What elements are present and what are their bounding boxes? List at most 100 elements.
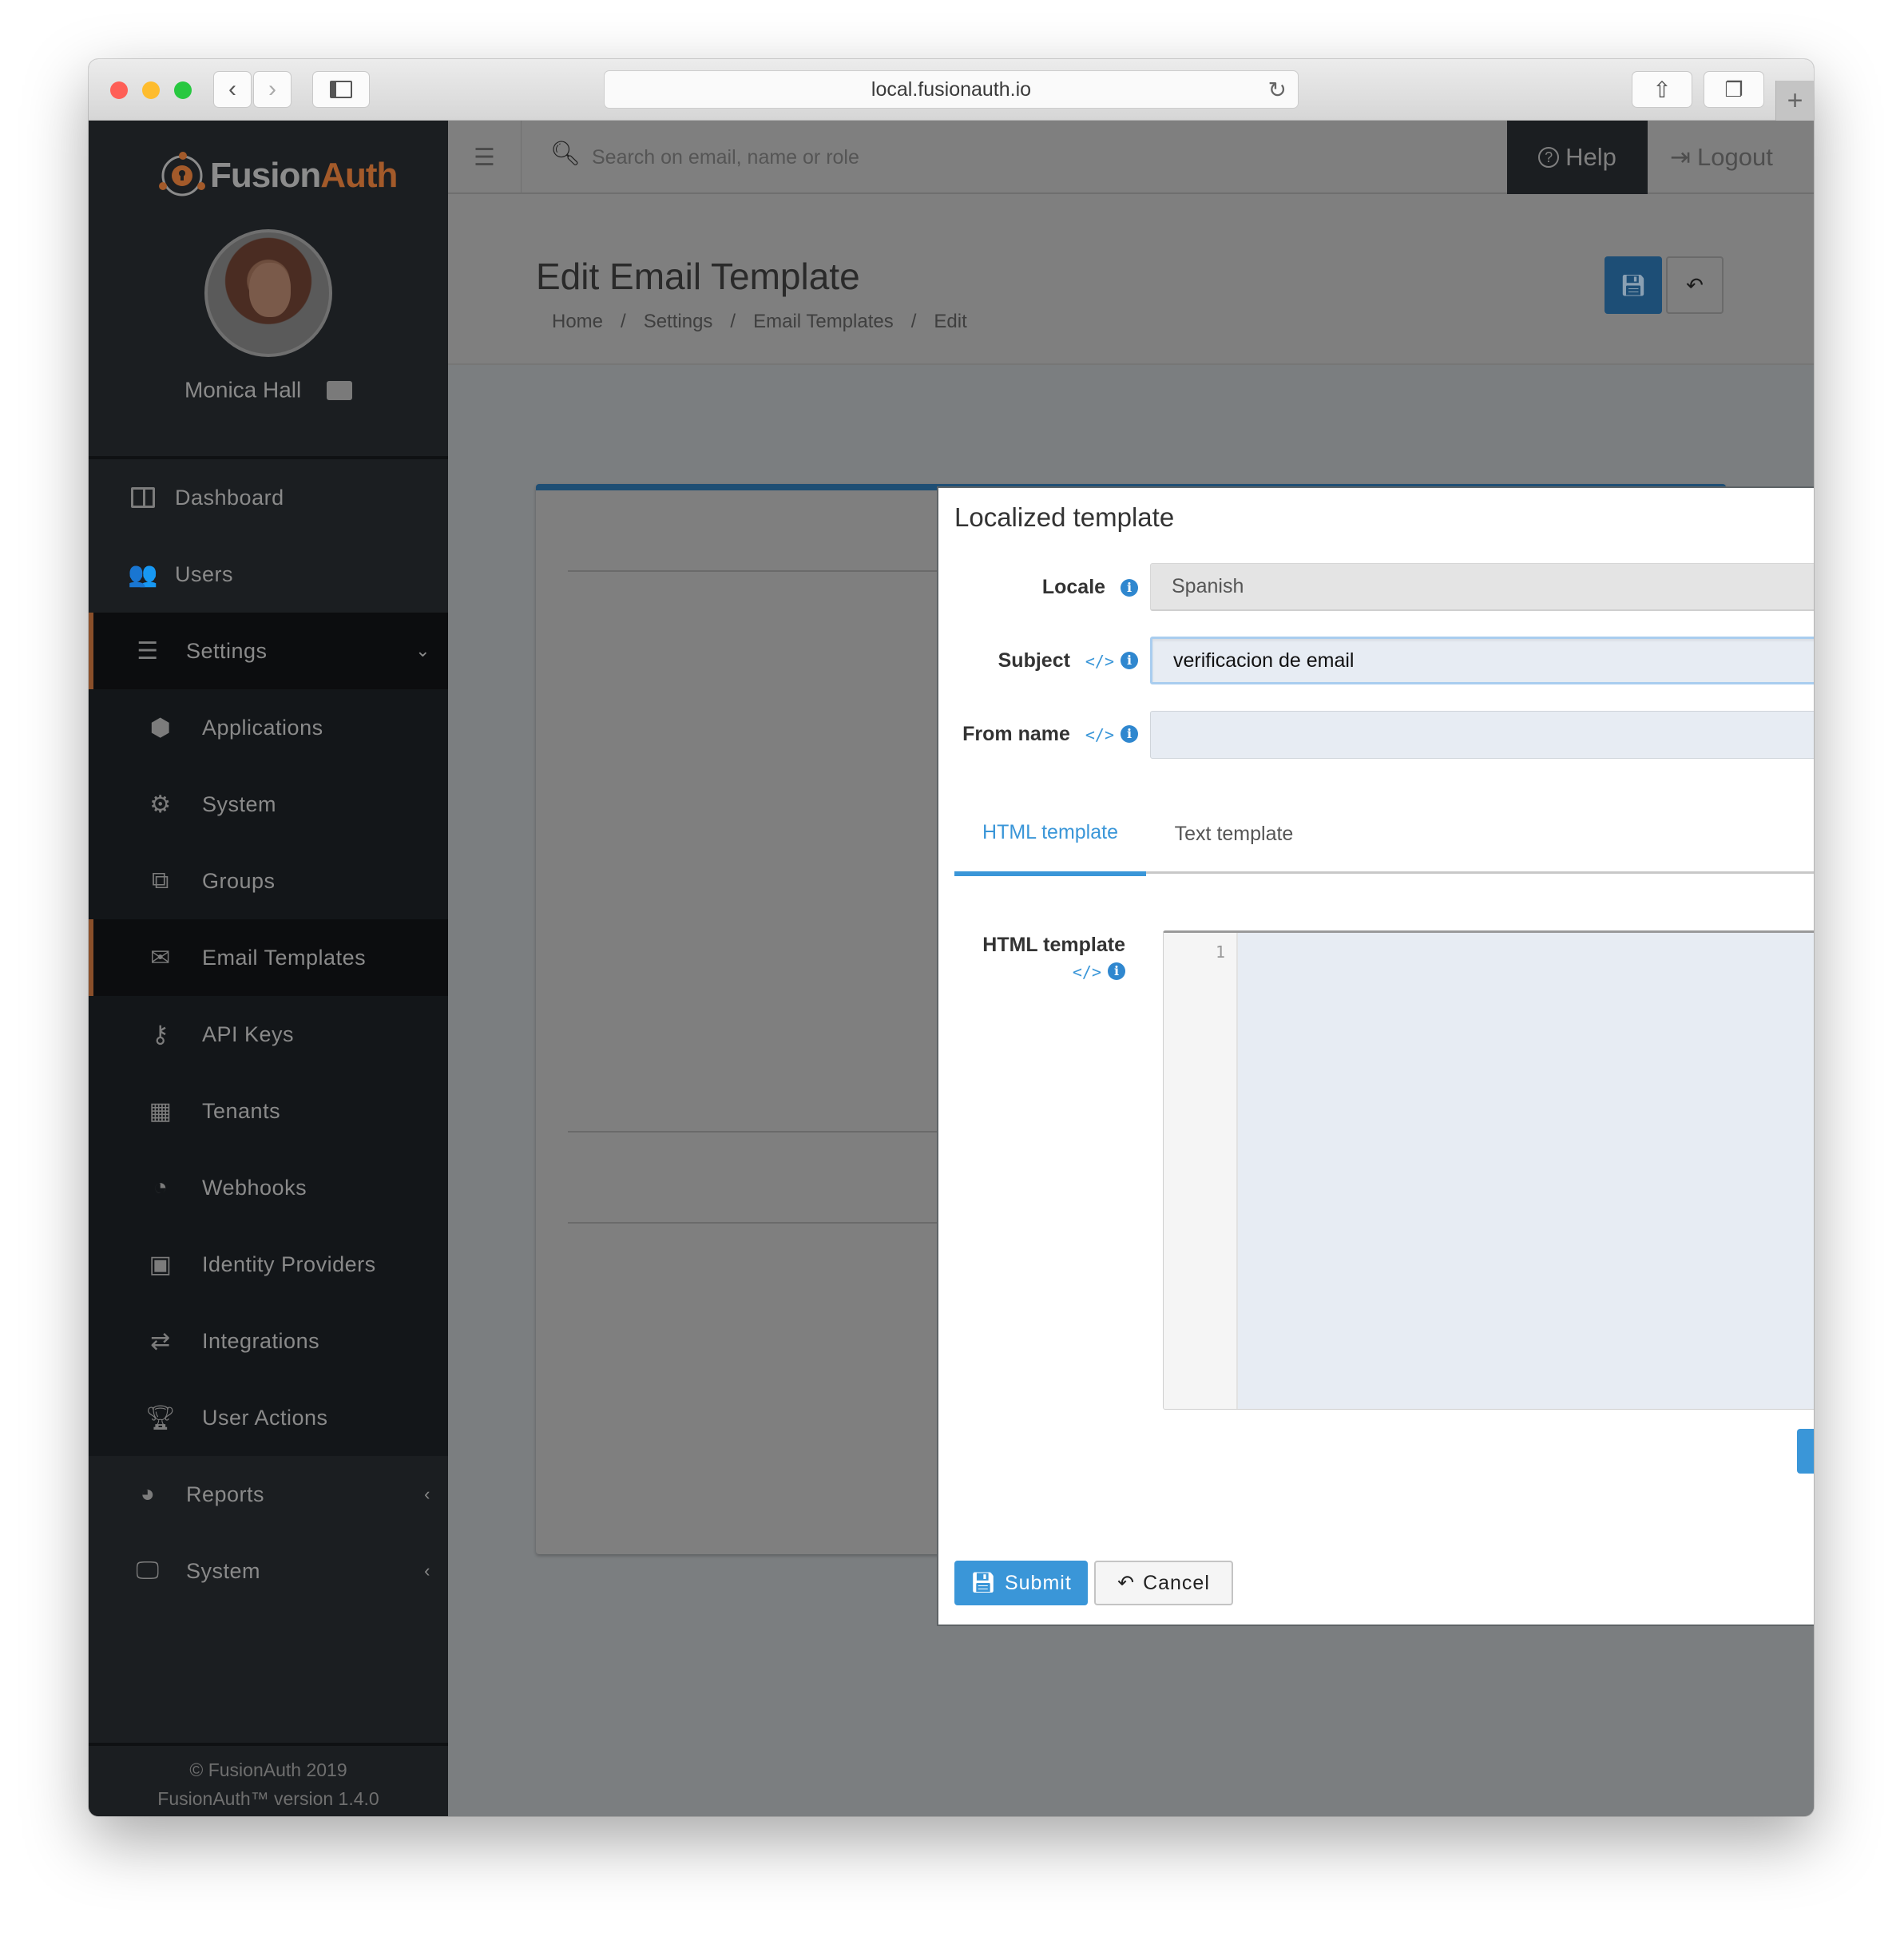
sidebar-item-system-settings[interactable]: ⚙ System (89, 766, 448, 843)
save-icon: 💾︎ (1620, 272, 1647, 297)
sign-out-icon: ⇥ (1670, 143, 1691, 171)
html-template-label: HTML template (982, 934, 1125, 956)
sidebar-item-label: System (202, 791, 277, 816)
info-icon[interactable]: i (1121, 579, 1138, 597)
sidebar-item-system[interactable]: 🖵 System ‹ (89, 1533, 448, 1609)
key-icon: ⚷ (151, 1021, 170, 1048)
line-number: 1 (1215, 942, 1225, 962)
search-icon: 🔍︎ (550, 141, 581, 167)
info-icon[interactable]: i (1108, 962, 1125, 980)
sliders-icon: ☰ (137, 637, 159, 665)
subject-input[interactable] (1150, 637, 1814, 684)
close-window-button[interactable] (110, 81, 128, 99)
sidebar-toggle-button[interactable] (312, 71, 370, 108)
share-button[interactable]: ⇧ (1632, 71, 1692, 108)
sidebar-item-identity-providers[interactable]: ▣ Identity Providers (89, 1226, 448, 1303)
sidebar-item-label: Applications (202, 715, 323, 740)
copyright-text: © FusionAuth 2019 (189, 1759, 347, 1780)
sidebar-item-label: Integrations (202, 1328, 320, 1353)
browser-titlebar: ‹ › local.fusionauth.io ↻ ⇧ ❐ + (89, 59, 1814, 121)
tabs-overview-button[interactable]: ❐ (1704, 71, 1764, 108)
breadcrumb: Home / Settings / Email Templates / Edit (552, 311, 967, 333)
sidebar-item-api-keys[interactable]: ⚷ API Keys (89, 996, 448, 1073)
cancel-button[interactable]: ↶ Cancel (1094, 1561, 1233, 1605)
code-icon[interactable]: </> (1073, 962, 1101, 982)
search-input[interactable] (592, 138, 1231, 177)
sidebar-item-email-templates[interactable]: ✉ Email Templates (89, 919, 448, 996)
object-group-icon: ⧉ (152, 867, 169, 894)
dialog-title: Localized template (954, 502, 1175, 532)
breadcrumb-edit: Edit (934, 311, 967, 332)
subject-label: Subject </> i (954, 649, 1138, 672)
logout-button[interactable]: ⇥ Logout (1670, 121, 1814, 194)
address-bar[interactable]: local.fusionauth.io ↻ (604, 70, 1299, 109)
locale-select[interactable]: Spanish ⌄ (1150, 563, 1814, 611)
sidebar-item-users[interactable]: 👥 Users (89, 536, 448, 613)
version-text: FusionAuth™ version 1.4.0 (157, 1788, 379, 1809)
page-title: Edit Email Template (536, 256, 860, 297)
minimize-window-button[interactable] (142, 81, 160, 99)
breadcrumb-email-templates[interactable]: Email Templates (753, 311, 894, 333)
reply-icon: ↶ (1117, 1572, 1136, 1594)
id-card-icon[interactable] (327, 380, 353, 400)
avatar[interactable] (204, 229, 332, 357)
sidebar-icon (330, 81, 352, 98)
exchange-icon: ⇄ (150, 1327, 171, 1355)
chevron-down-icon: ⌄ (415, 641, 430, 661)
sidebar-item-label: User Actions (202, 1405, 328, 1430)
fusionauth-logo[interactable]: Fusion Auth (157, 151, 398, 200)
preview-button[interactable]: 🔍︎ Preview (1797, 1429, 1814, 1474)
tab-html-template[interactable]: HTML template (954, 794, 1146, 876)
sidebar-item-user-actions[interactable]: 🏆︎ User Actions (89, 1379, 448, 1456)
back-button[interactable]: ‹ (213, 71, 252, 108)
reply-icon: ↶ (1686, 272, 1704, 297)
sidebar-item-dashboard[interactable]: Dashboard (89, 459, 448, 536)
sidebar-item-applications[interactable]: ⬢ Applications (89, 689, 448, 766)
chevron-left-icon: ‹ (424, 1484, 430, 1504)
new-tab-button[interactable]: + (1775, 81, 1814, 121)
sidebar-item-reports[interactable]: ◕ Reports ‹ (89, 1456, 448, 1533)
sidebar-footer: © FusionAuth 2019 FusionAuth™ version 1.… (89, 1743, 448, 1816)
locale-selected-value: Spanish (1172, 575, 1244, 597)
sidebar-item-integrations[interactable]: ⇄ Integrations (89, 1303, 448, 1379)
back-button[interactable]: ↶ (1666, 256, 1724, 314)
sidebar-item-label: Email Templates (202, 945, 367, 970)
brand-name-part1: Fusion (210, 156, 321, 195)
info-icon[interactable]: i (1121, 725, 1138, 744)
sidebar-item-tenants[interactable]: ▦ Tenants (89, 1073, 448, 1149)
sidebar-item-webhooks[interactable]: ◔ Webhooks (89, 1149, 448, 1226)
code-icon[interactable]: </> (1085, 652, 1114, 671)
breadcrumb-home[interactable]: Home (552, 311, 603, 333)
sidebar-item-label: Webhooks (202, 1175, 307, 1200)
cancel-label: Cancel (1143, 1571, 1210, 1594)
sidebar-item-groups[interactable]: ⧉ Groups (89, 843, 448, 919)
outdent-icon: ☰ (474, 144, 495, 171)
sidebar-item-settings[interactable]: ☰ Settings ⌄ (89, 613, 448, 689)
rss-icon: ◔ (153, 1174, 169, 1200)
menu-toggle-button[interactable]: ☰ (448, 121, 522, 194)
save-button[interactable]: 💾︎ (1605, 256, 1662, 314)
info-icon[interactable]: i (1121, 652, 1138, 670)
html-template-label-icons: </> i (954, 962, 1125, 982)
from-name-input[interactable] (1150, 711, 1814, 759)
tab-text-template[interactable]: Text template (1146, 794, 1322, 874)
desktop-icon: 🖵 (136, 1557, 160, 1584)
main-content: ☰ 🔍︎ ? Help ⇥ Logout Edit Email Template… (448, 121, 1814, 1816)
users-icon: 👥 (128, 561, 158, 588)
user-name: Monica Hall (184, 377, 302, 403)
breadcrumb-settings[interactable]: Settings (644, 311, 713, 333)
fusionauth-logo-icon (159, 152, 205, 196)
html-template-editor[interactable]: 1 (1163, 930, 1814, 1410)
submit-button[interactable]: 💾︎ Submit (954, 1561, 1088, 1605)
forward-button[interactable]: › (253, 71, 292, 108)
zoom-window-button[interactable] (174, 81, 192, 99)
submit-label: Submit (1004, 1571, 1072, 1594)
chevron-left-icon: ‹ (228, 76, 236, 102)
sidebar-item-label: Dashboard (175, 485, 284, 510)
help-button[interactable]: ? Help (1507, 121, 1648, 194)
sidebar: Fusion Auth Monica Hall Dashboard 👥 Users… (89, 121, 448, 1816)
page-header: Edit Email Template Home / Settings / Emai… (448, 194, 1814, 365)
reload-icon[interactable]: ↻ (1268, 77, 1287, 103)
code-icon[interactable]: </> (1085, 725, 1114, 744)
user-name-row: Monica Hall (89, 376, 448, 403)
